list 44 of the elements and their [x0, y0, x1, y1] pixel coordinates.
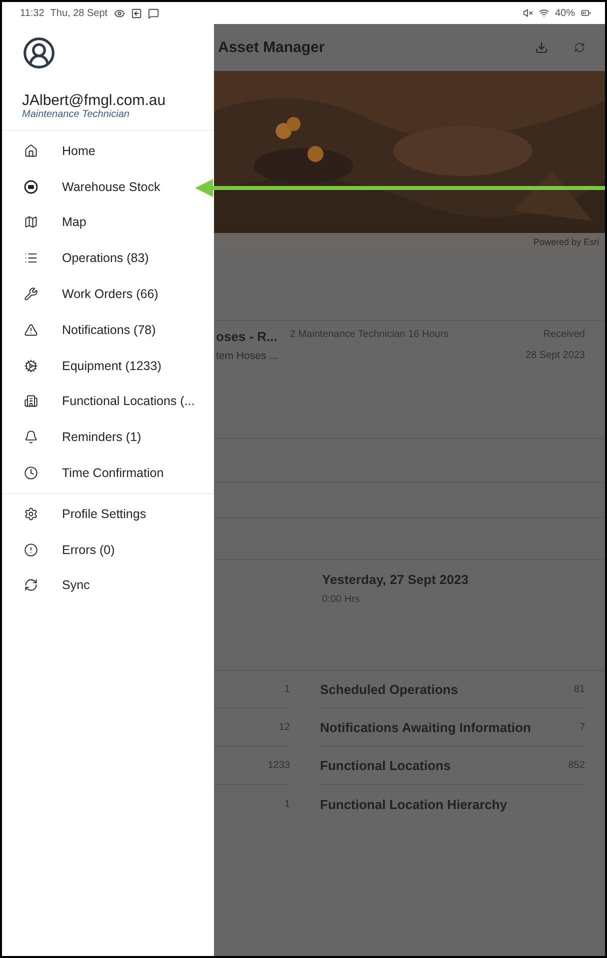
wifi-icon	[538, 8, 549, 18]
building-icon	[24, 394, 38, 408]
clock-icon	[24, 466, 38, 480]
menu-item[interactable]: Errors (0)	[2, 532, 214, 568]
bell-icon	[24, 430, 38, 444]
menu-item[interactable]: Notifications (78)	[2, 312, 214, 348]
menu-item[interactable]: Functional Locations (...	[2, 384, 214, 420]
eye-icon	[114, 8, 125, 18]
menu-item[interactable]: Equipment (1233)	[2, 348, 214, 384]
map-icon	[24, 215, 38, 230]
menu-item[interactable]: Map	[2, 204, 214, 240]
mute-icon	[522, 8, 533, 18]
cog-icon	[24, 358, 38, 373]
user-email: JAlbert@fmgl.com.au	[22, 92, 167, 109]
work-order-subtitle: tem Hoses ...	[216, 350, 278, 362]
home-icon	[24, 144, 38, 158]
map-credit: Powered by Esri	[533, 237, 599, 247]
avatar-icon[interactable]	[22, 36, 56, 70]
error-icon	[24, 542, 38, 557]
sync-icon	[24, 578, 38, 592]
vehicle-icon	[24, 180, 38, 194]
battery-icon	[581, 8, 591, 18]
chat-icon	[148, 8, 159, 18]
status-date: Thu, 28 Sept	[50, 8, 108, 18]
menu-item[interactable]: Home	[2, 133, 214, 169]
app-title: Asset Manager	[218, 39, 326, 56]
work-order-title: oses - R...	[216, 329, 278, 344]
menu-item[interactable]: Reminders (1)	[2, 419, 214, 456]
battery-level: 40%	[554, 8, 575, 18]
warning-icon	[24, 322, 38, 337]
menu-item[interactable]: Time Confirmation	[2, 455, 214, 491]
menu-item[interactable]: Work Orders (66)	[2, 276, 214, 312]
wrench-icon	[24, 287, 38, 302]
menu-item[interactable]: Sync	[2, 568, 214, 604]
menu-item[interactable]: Warehouse Stock	[2, 168, 214, 205]
user-role: Maintenance Technician	[22, 109, 130, 120]
remote-icon	[130, 8, 142, 18]
status-time: 11:32	[20, 8, 44, 18]
settings-icon	[24, 506, 38, 521]
menu-item[interactable]: Profile Settings	[2, 496, 214, 532]
sync-icon[interactable]	[574, 42, 585, 53]
menu-item[interactable]: Operations (83)	[2, 240, 214, 276]
download-icon[interactable]	[535, 41, 548, 54]
summary-date: Yesterday, 27 Sept 2023	[322, 572, 470, 587]
